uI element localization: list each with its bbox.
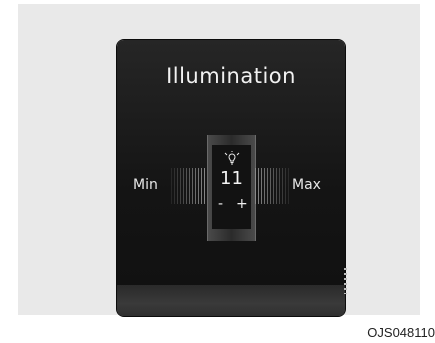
panel-footer [117, 285, 345, 316]
illumination-panel: Illumination Min 11 - + Max [117, 40, 345, 316]
bulb-icon [224, 151, 240, 165]
image-code: OJS048110 [367, 325, 435, 340]
illumination-selector[interactable]: 11 - + [207, 135, 256, 241]
increase-button[interactable]: + [236, 196, 248, 212]
selector-window: 11 - + [212, 145, 251, 229]
decrease-button[interactable]: - [218, 196, 223, 212]
edge-mark [344, 268, 347, 294]
max-label: Max [292, 177, 321, 193]
illumination-value: 11 [220, 168, 243, 189]
min-label: Min [133, 177, 158, 193]
max-scale [255, 168, 290, 204]
panel-title: Illumination [166, 64, 296, 88]
min-scale [171, 168, 206, 204]
